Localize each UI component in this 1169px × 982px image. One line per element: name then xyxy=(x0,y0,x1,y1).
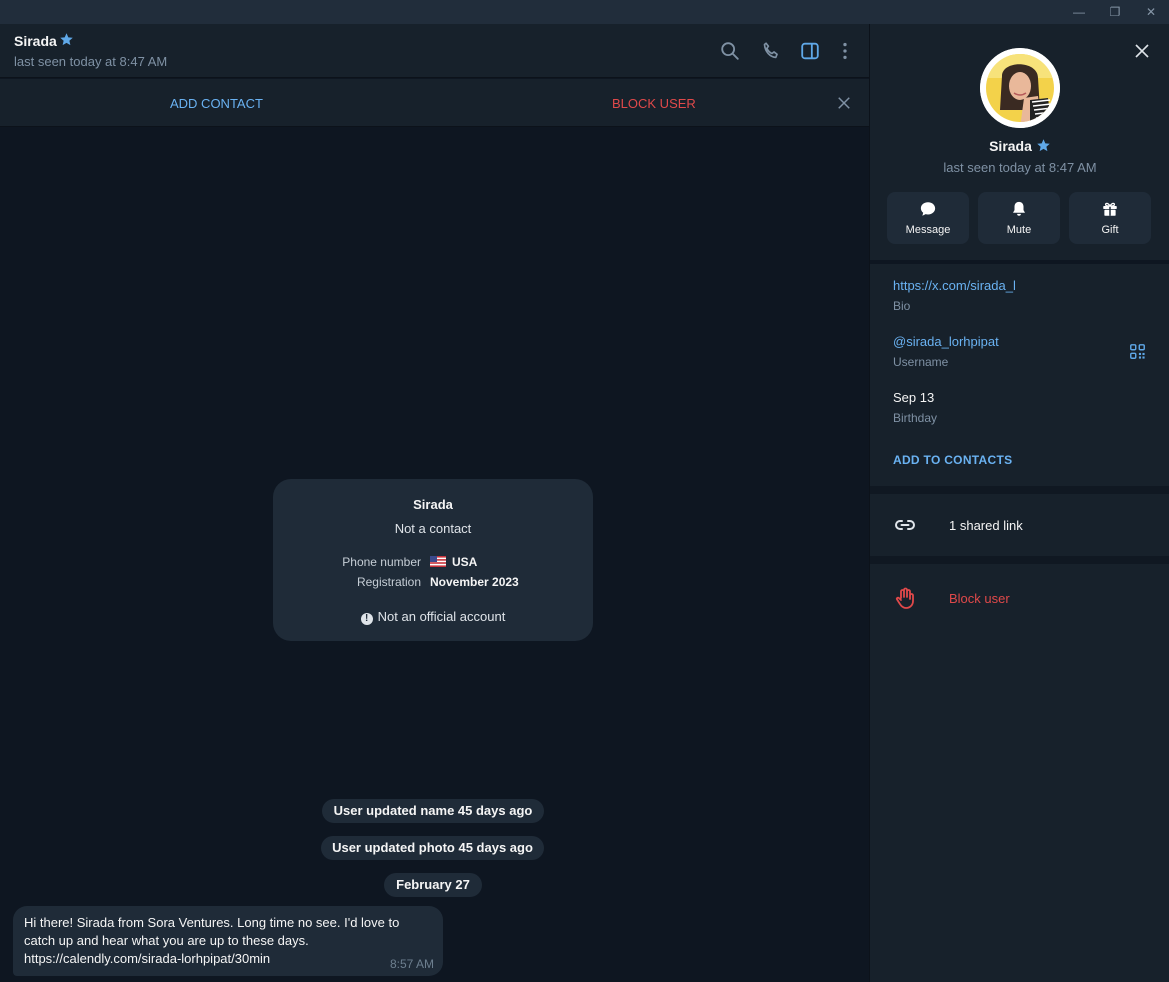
gift-button-label: Gift xyxy=(1101,224,1119,236)
divider xyxy=(870,556,1169,564)
profile-panel: Sirada last seen today at 8:47 AM Messag… xyxy=(869,24,1169,982)
shared-links-row[interactable]: 1 shared link xyxy=(949,518,1023,533)
add-contact-button[interactable]: ADD CONTACT xyxy=(170,96,263,111)
chat-header[interactable]: Sirada last seen today at 8:47 AM xyxy=(0,24,869,78)
close-icon[interactable] xyxy=(1133,42,1151,60)
card-name: Sirada xyxy=(413,497,453,512)
star-icon xyxy=(1037,139,1050,152)
profile-photo xyxy=(980,48,1060,128)
message-button-label: Message xyxy=(905,224,951,236)
service-message: User updated name 45 days ago xyxy=(322,799,544,823)
message-time: 8:57 AM xyxy=(389,957,434,971)
search-icon[interactable] xyxy=(719,40,741,62)
us-flag-icon xyxy=(430,556,446,567)
more-vertical-icon[interactable] xyxy=(834,40,856,62)
mute-button[interactable]: Mute xyxy=(978,192,1060,244)
message-bubble[interactable]: Hi there! Sirada from Sora Ventures. Lon… xyxy=(13,906,443,976)
date-separator: February 27 xyxy=(384,873,482,897)
phone-number-value: USA xyxy=(430,555,477,569)
bio-label: Bio xyxy=(893,299,911,313)
panel-title: Sirada xyxy=(870,138,1169,156)
mute-button-label: Mute xyxy=(1006,224,1032,236)
contact-info-card: Sirada Not a contact Phone number USA Re… xyxy=(273,479,593,641)
birthday-label: Birthday xyxy=(893,411,938,425)
username-label: Username xyxy=(893,355,949,369)
qr-code-icon[interactable] xyxy=(1129,343,1146,360)
hand-stop-icon xyxy=(895,587,914,609)
block-user-button[interactable]: BLOCK USER xyxy=(612,96,696,111)
panel-status: last seen today at 8:47 AM xyxy=(943,160,1097,175)
panel-name: Sirada xyxy=(989,138,1032,154)
avatar[interactable] xyxy=(980,48,1060,128)
minimize-button[interactable]: — xyxy=(1062,0,1096,24)
gift-button[interactable]: Gift xyxy=(1069,192,1151,244)
chat-status: last seen today at 8:47 AM xyxy=(14,54,168,69)
exclamation-icon: ! xyxy=(360,613,373,625)
registration-value: November 2023 xyxy=(430,575,519,589)
restore-button[interactable]: ❐ xyxy=(1098,0,1132,24)
phone-country: USA xyxy=(452,555,478,569)
message-button[interactable]: Message xyxy=(887,192,969,244)
close-icon[interactable] xyxy=(835,94,853,112)
service-message: User updated photo 45 days ago xyxy=(321,836,544,860)
divider xyxy=(870,260,1169,264)
official-note-text: Not an official account xyxy=(377,609,506,624)
divider xyxy=(870,486,1169,494)
username-value[interactable]: @sirada_lorhpipat xyxy=(893,334,999,349)
bell-icon xyxy=(1013,201,1025,216)
sidebar-toggle-icon[interactable] xyxy=(799,40,821,62)
bio-value[interactable]: https://x.com/sirada_l xyxy=(893,278,1016,293)
star-icon xyxy=(60,33,73,46)
link-icon xyxy=(895,520,915,530)
contact-action-bar: ADD CONTACT BLOCK USER xyxy=(0,79,869,127)
add-to-contacts-button[interactable]: ADD TO CONTACTS xyxy=(893,453,1012,467)
birthday-value: Sep 13 xyxy=(893,390,935,405)
block-user-row[interactable]: Block user xyxy=(949,591,1010,606)
phone-icon[interactable] xyxy=(760,40,782,62)
message-text[interactable]: Hi there! Sirada from Sora Ventures. Lon… xyxy=(24,914,424,968)
official-note: ! Not an official account xyxy=(273,609,593,625)
phone-number-label: Phone number xyxy=(342,555,421,569)
registration-label: Registration xyxy=(356,575,421,589)
card-subtitle: Not a contact xyxy=(394,521,472,536)
chat-title[interactable]: Sirada xyxy=(14,33,57,49)
gift-icon xyxy=(1103,202,1117,216)
message-icon xyxy=(920,202,936,216)
close-window-button[interactable]: ✕ xyxy=(1134,0,1168,24)
title-bar: — ❐ ✕ xyxy=(0,0,1169,24)
